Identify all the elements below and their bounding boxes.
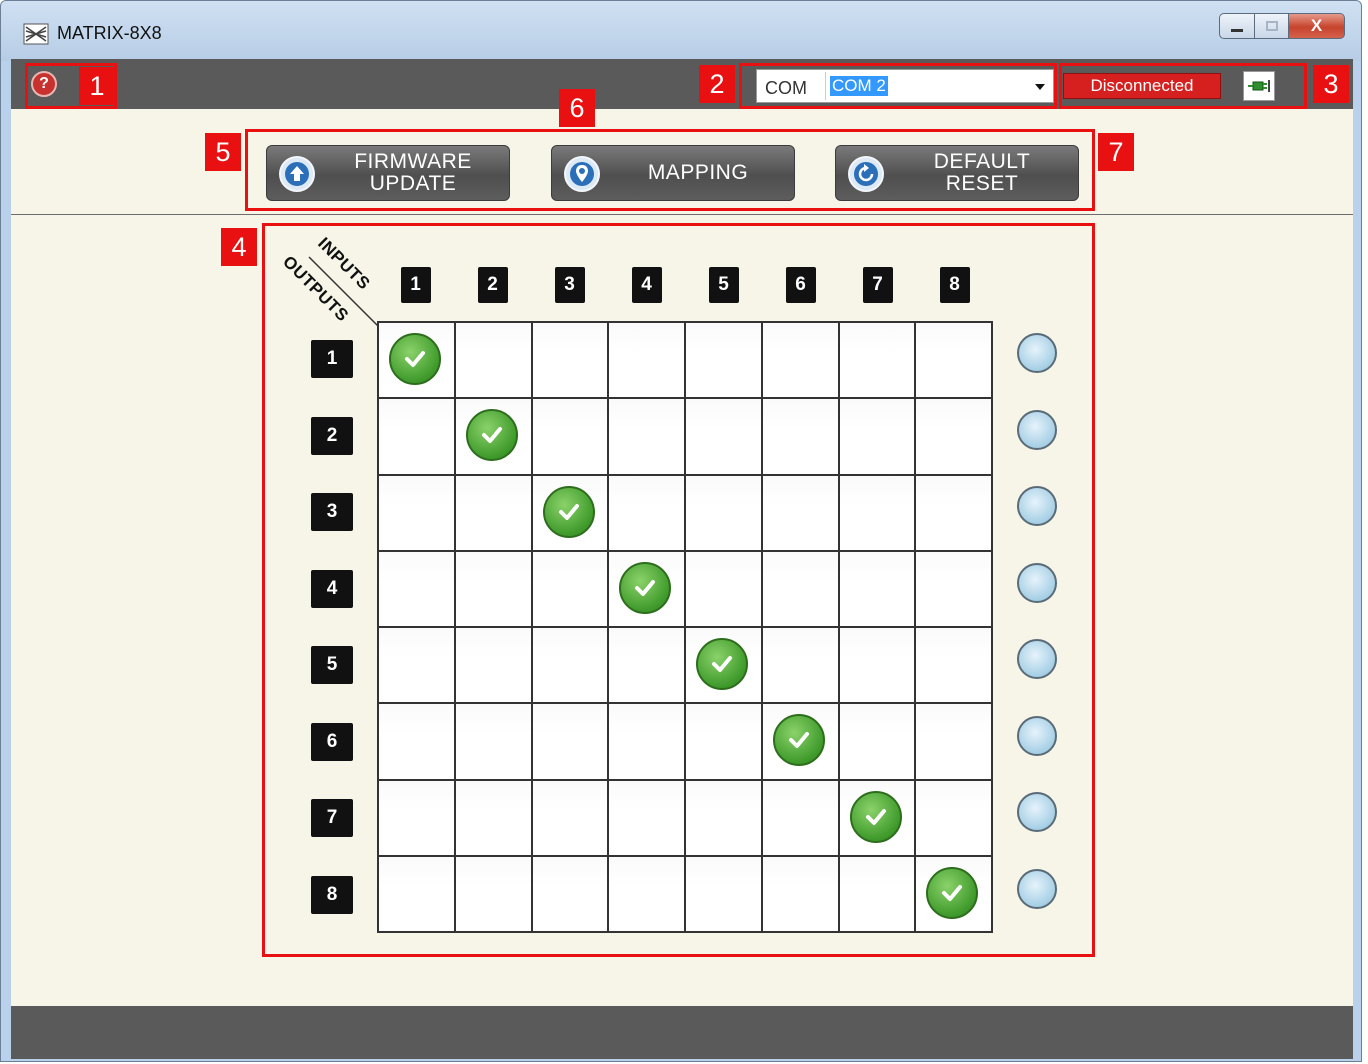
bottom-bar xyxy=(11,1006,1353,1059)
annotation-tag-7: 7 xyxy=(1098,133,1134,171)
window-controls: X xyxy=(1219,13,1345,39)
close-icon: X xyxy=(1310,16,1323,35)
app-window: MATRIX-8X8 X ? COM COM 2 Disconnected FI… xyxy=(0,0,1362,1062)
app-icon xyxy=(23,23,49,45)
annotation-tag-2: 2 xyxy=(699,65,735,103)
annotation-tag-4: 4 xyxy=(221,228,257,266)
minimize-button[interactable] xyxy=(1219,13,1255,39)
minimize-icon xyxy=(1231,28,1243,32)
annotation-tag-6: 6 xyxy=(559,89,595,127)
maximize-button[interactable] xyxy=(1255,13,1289,39)
annotation-box-com xyxy=(739,63,1057,109)
close-button[interactable]: X xyxy=(1289,13,1345,39)
annotation-box-status xyxy=(1059,63,1307,109)
window-title: MATRIX-8X8 xyxy=(57,23,162,43)
annotation-tag-5: 5 xyxy=(205,133,241,171)
title-bar[interactable]: MATRIX-8X8 X xyxy=(1,1,1361,61)
annotation-tag-1: 1 xyxy=(79,67,115,105)
annotation-tag-3: 3 xyxy=(1313,65,1349,103)
maximize-icon xyxy=(1265,21,1278,31)
annotation-box-matrix xyxy=(262,223,1095,957)
divider xyxy=(11,214,1353,215)
annotation-box-actions xyxy=(245,129,1095,211)
